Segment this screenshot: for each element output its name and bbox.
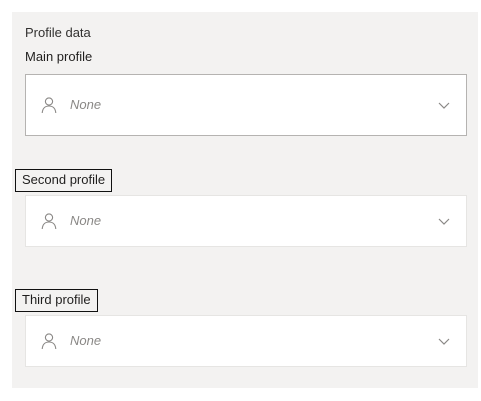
- section-title: Profile data: [25, 25, 91, 40]
- second-profile-dropdown[interactable]: None: [25, 195, 467, 247]
- main-profile-label: Main profile: [25, 49, 93, 64]
- third-profile-label: Third profile: [15, 289, 98, 312]
- person-icon: [41, 97, 57, 114]
- second-profile-label: Second profile: [15, 169, 113, 192]
- chevron-down-icon[interactable]: [438, 100, 450, 110]
- chevron-down-icon[interactable]: [438, 216, 450, 226]
- person-icon: [41, 333, 57, 350]
- main-profile-value: None: [70, 97, 102, 112]
- second-profile-value: None: [70, 213, 102, 228]
- third-profile-dropdown[interactable]: None: [25, 315, 467, 367]
- chevron-down-icon[interactable]: [438, 336, 450, 346]
- profile-data-panel: Profile data Main profile None Second pr…: [12, 12, 478, 388]
- third-profile-value: None: [70, 333, 102, 348]
- main-profile-dropdown[interactable]: None: [25, 74, 467, 136]
- person-icon: [41, 213, 57, 230]
